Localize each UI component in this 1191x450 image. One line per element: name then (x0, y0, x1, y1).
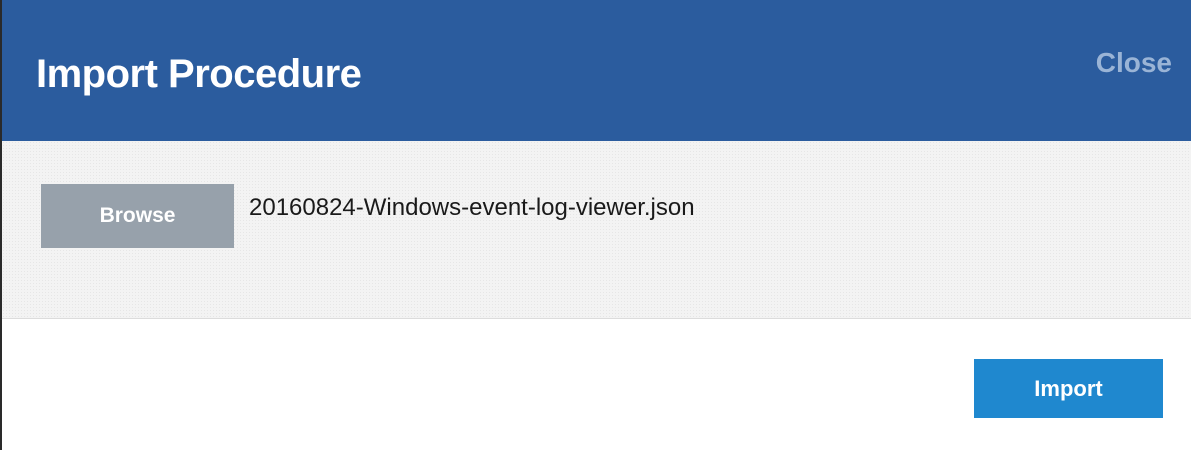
import-button[interactable]: Import (974, 359, 1163, 418)
browse-button[interactable]: Browse (41, 184, 234, 248)
dialog-footer: Import (2, 319, 1191, 450)
dialog-content: Browse 20160824-Windows-event-log-viewer… (2, 141, 1191, 319)
close-button[interactable]: Close (1096, 46, 1172, 80)
selected-file-name: 20160824-Windows-event-log-viewer.json (249, 194, 695, 221)
dialog-title: Import Procedure (36, 52, 362, 96)
dialog-header: Import Procedure Close (2, 0, 1191, 141)
import-procedure-dialog: Import Procedure Close Browse 20160824-W… (0, 0, 1191, 450)
